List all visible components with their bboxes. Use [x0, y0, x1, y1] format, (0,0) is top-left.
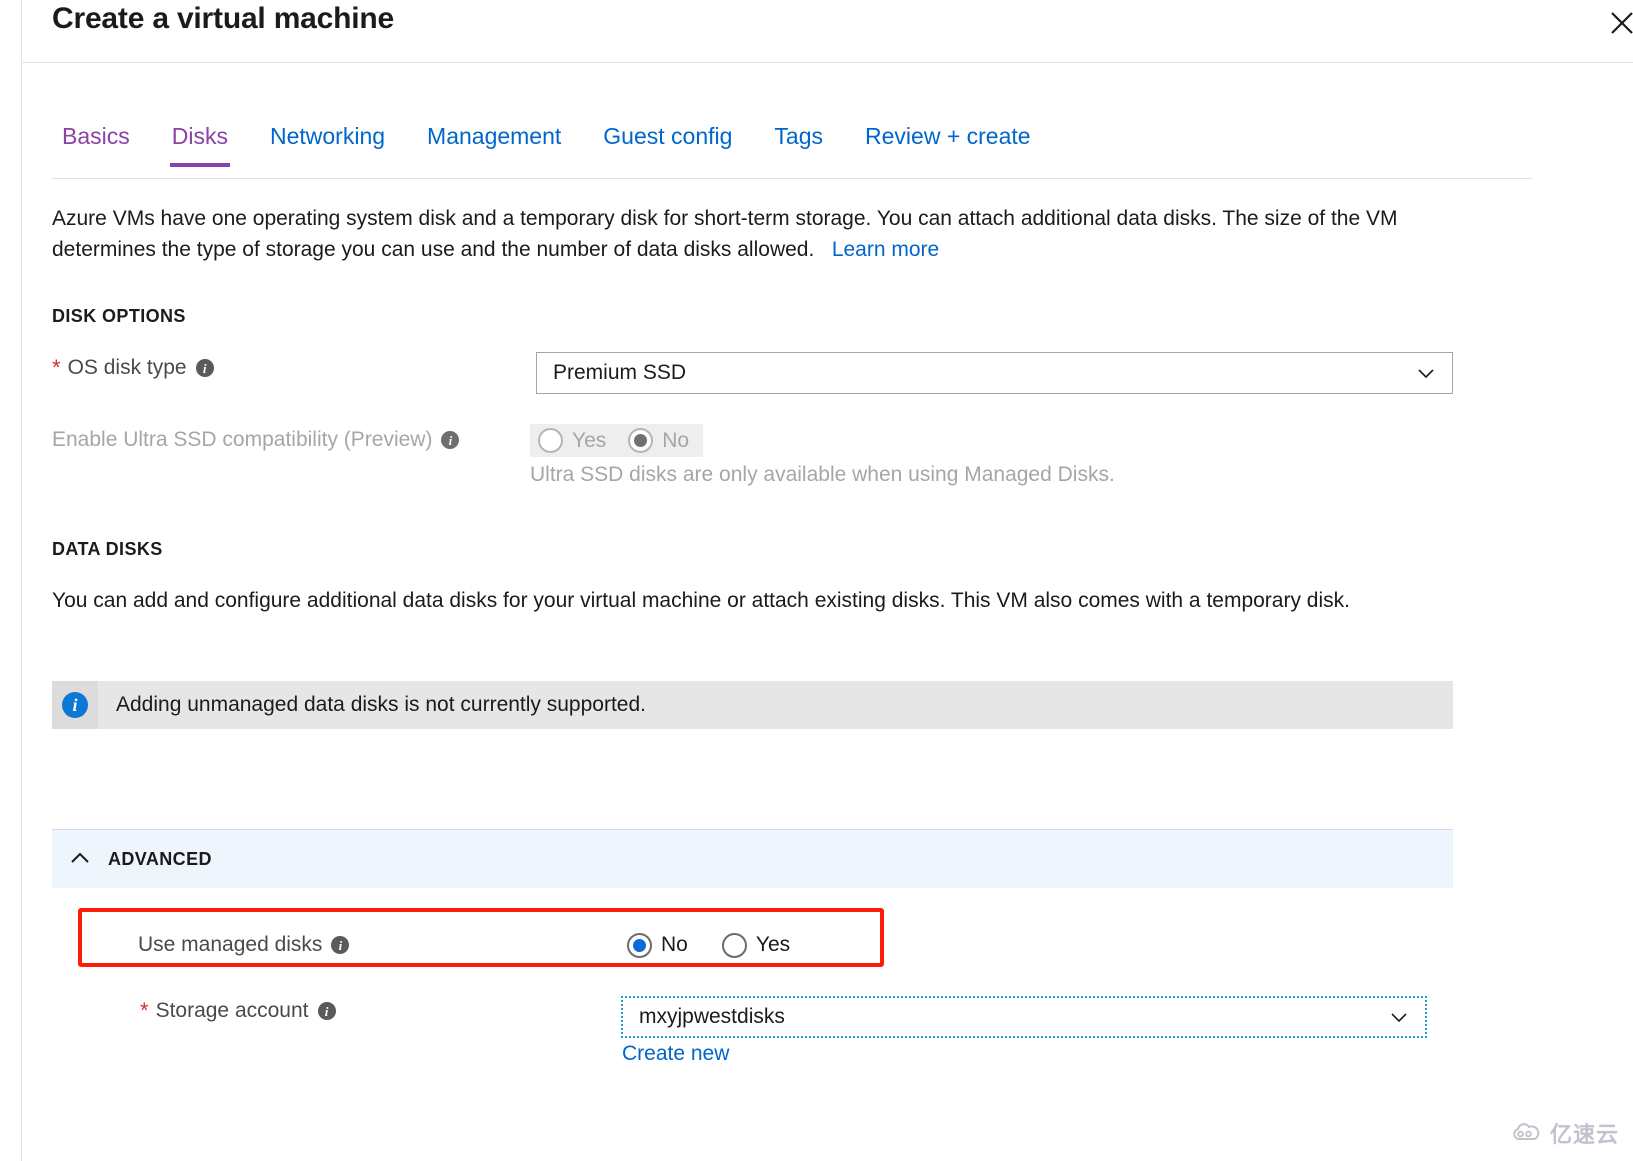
data-disks-description: You can add and configure additional dat…	[52, 585, 1442, 616]
page-title: Create a virtual machine	[52, 2, 394, 36]
close-icon[interactable]	[1601, 2, 1633, 42]
chevron-down-icon	[1416, 363, 1436, 383]
page-header: Create a virtual machine	[22, 0, 1633, 63]
required-asterisk: *	[52, 357, 61, 379]
watermark: 亿速云	[1509, 1117, 1619, 1149]
ultra-ssd-radio-no-label: No	[662, 429, 689, 453]
intro-text: Azure VMs have one operating system disk…	[52, 207, 1397, 261]
use-managed-disks-radio-group: No Yes	[627, 921, 790, 969]
disk-options-section-title: DISK OPTIONS	[52, 306, 186, 327]
required-asterisk: *	[140, 1000, 149, 1022]
info-icon: i	[62, 692, 88, 718]
info-icon[interactable]: i	[196, 359, 214, 377]
cloud-logo-icon	[1509, 1121, 1543, 1145]
learn-more-link[interactable]: Learn more	[832, 238, 939, 261]
os-disk-type-label-text: OS disk type	[68, 356, 187, 380]
data-disks-section-title: DATA DISKS	[52, 539, 163, 560]
advanced-section-header[interactable]: ADVANCED	[52, 829, 1453, 888]
ultra-ssd-label-text: Enable Ultra SSD compatibility (Preview)	[52, 428, 432, 452]
os-disk-type-label: * OS disk type i	[52, 356, 214, 380]
tab-basics[interactable]: Basics	[52, 125, 140, 166]
use-managed-disks-radio-yes-label: Yes	[756, 933, 790, 957]
tab-review-create[interactable]: Review + create	[855, 125, 1041, 166]
ultra-ssd-helper-text: Ultra SSD disks are only available when …	[530, 463, 1115, 487]
info-icon[interactable]: i	[318, 1002, 336, 1020]
tab-guest-config[interactable]: Guest config	[593, 125, 742, 166]
info-banner-icon-cell: i	[52, 681, 98, 729]
wizard-tabs: Basics Disks Networking Management Guest…	[52, 125, 1532, 179]
blade-left-rail	[0, 0, 22, 1161]
storage-account-label-text: Storage account	[156, 999, 309, 1023]
radio-ring-icon	[722, 933, 747, 958]
use-managed-disks-radio-no[interactable]: No	[627, 933, 688, 958]
use-managed-disks-row: Use managed disks i No Yes	[138, 921, 838, 969]
use-managed-disks-label: Use managed disks i	[138, 933, 349, 957]
radio-ring-icon	[627, 933, 652, 958]
tab-tags[interactable]: Tags	[764, 125, 833, 166]
storage-account-select[interactable]: mxyjpwestdisks	[621, 996, 1427, 1038]
radio-ring-icon	[628, 428, 653, 453]
chevron-down-icon	[1389, 1007, 1409, 1027]
ultra-ssd-label: Enable Ultra SSD compatibility (Preview)…	[52, 428, 459, 452]
radio-ring-icon	[538, 428, 563, 453]
ultra-ssd-radio-yes[interactable]: Yes	[538, 428, 606, 453]
storage-account-label: * Storage account i	[140, 999, 336, 1023]
use-managed-disks-radio-yes[interactable]: Yes	[722, 933, 790, 958]
tab-networking[interactable]: Networking	[260, 125, 395, 166]
os-disk-type-value: Premium SSD	[553, 361, 1416, 385]
info-banner-text: Adding unmanaged data disks is not curre…	[98, 693, 646, 717]
ultra-ssd-radio-yes-label: Yes	[572, 429, 606, 453]
unmanaged-disks-info-banner: i Adding unmanaged data disks is not cur…	[52, 681, 1453, 729]
use-managed-disks-label-text: Use managed disks	[138, 933, 322, 957]
tab-disks[interactable]: Disks	[162, 125, 238, 166]
info-icon[interactable]: i	[331, 936, 349, 954]
intro-paragraph: Azure VMs have one operating system disk…	[52, 203, 1452, 265]
ultra-ssd-radio-group: Yes No	[530, 424, 703, 457]
create-new-storage-account-link[interactable]: Create new	[622, 1042, 729, 1066]
ultra-ssd-radio-no[interactable]: No	[628, 428, 689, 453]
storage-account-value: mxyjpwestdisks	[639, 1005, 1389, 1029]
advanced-section-title: ADVANCED	[108, 849, 212, 870]
use-managed-disks-radio-no-label: No	[661, 933, 688, 957]
chevron-up-icon	[52, 846, 108, 872]
os-disk-type-select[interactable]: Premium SSD	[536, 352, 1453, 394]
info-icon[interactable]: i	[441, 431, 459, 449]
watermark-text: 亿速云	[1550, 1117, 1619, 1149]
tab-management[interactable]: Management	[417, 125, 571, 166]
